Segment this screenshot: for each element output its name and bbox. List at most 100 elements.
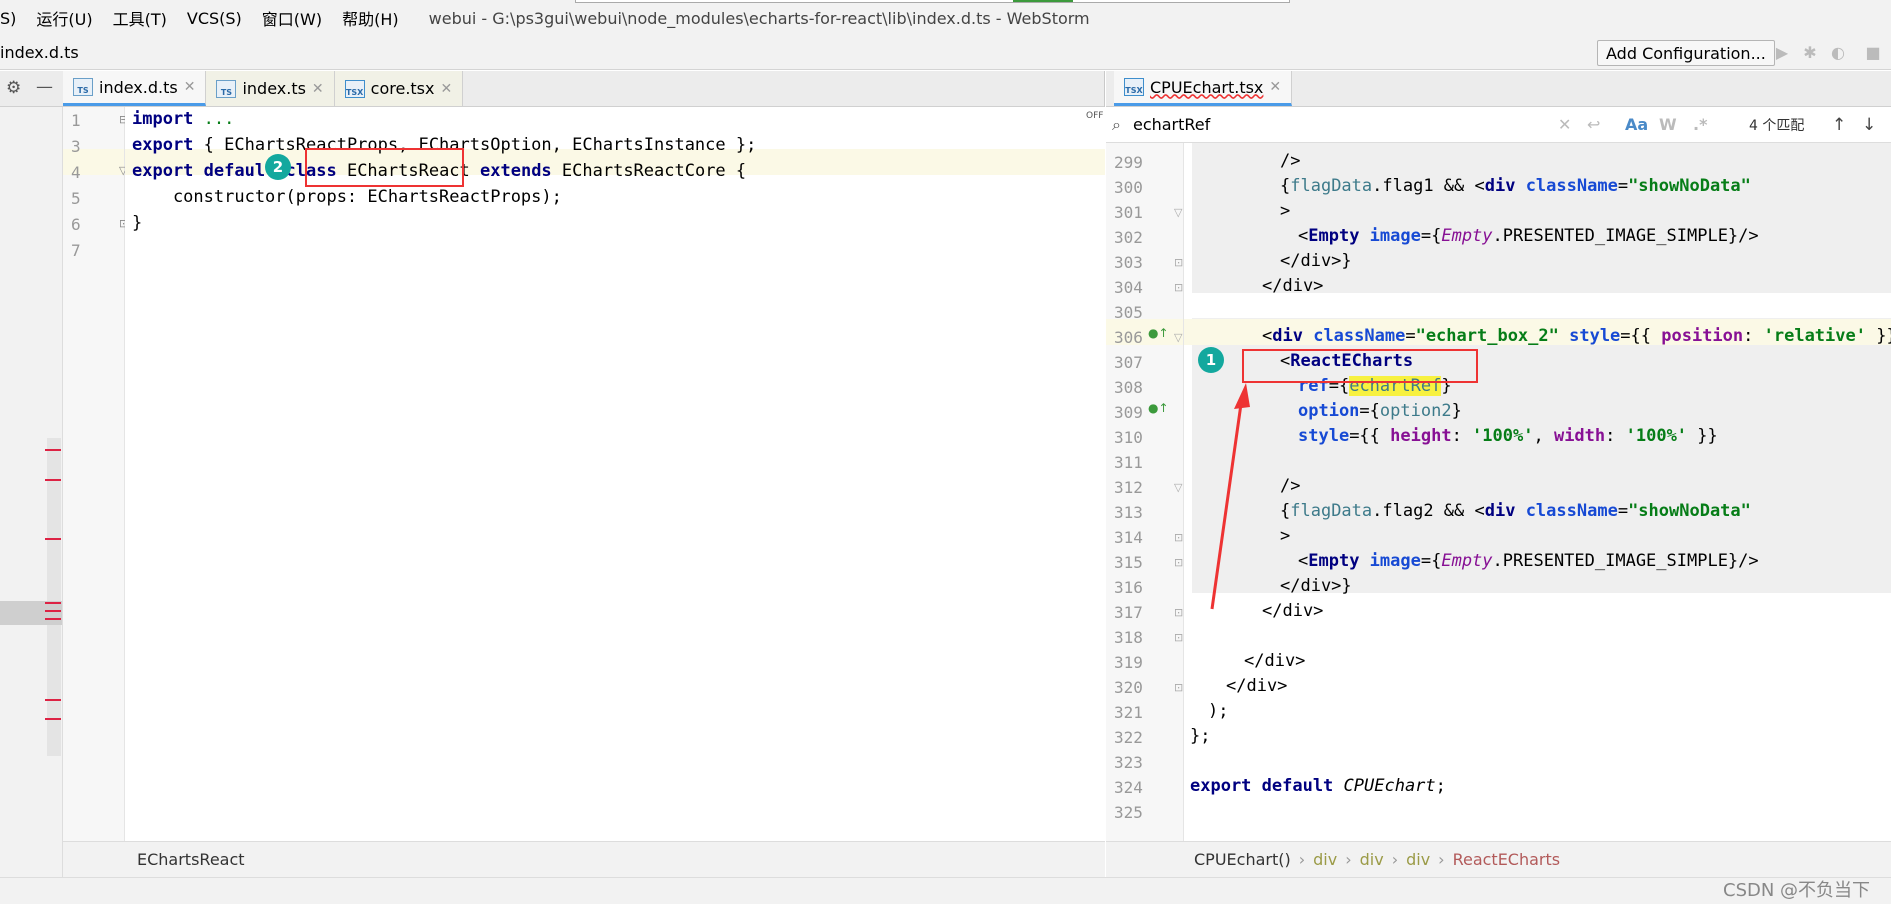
breadcrumb-component[interactable]: ReactECharts (1453, 850, 1561, 869)
match-count: 4 个匹配 (1749, 117, 1805, 134)
error-marker[interactable] (45, 538, 61, 540)
override-marker-icon[interactable]: ●↑ (1148, 401, 1169, 415)
chevron-right-icon: › (1298, 850, 1306, 869)
previous-match-icon[interactable]: ↑ (1832, 115, 1846, 135)
menu-item-vcs[interactable]: VCS(S) (177, 9, 252, 28)
line-number: 4 (71, 163, 81, 182)
fold-icon[interactable]: ⊡ (1174, 281, 1183, 294)
chevron-right-icon: › (1438, 850, 1445, 869)
close-icon[interactable]: ✕ (440, 81, 452, 97)
run-icon[interactable]: ▶ (1773, 44, 1791, 62)
off-indicator: OFF (1086, 111, 1104, 121)
line-number: 301 (1114, 203, 1143, 222)
line-number: 323 (1114, 753, 1143, 772)
code-line-1: import ... (132, 109, 235, 129)
fold-icon[interactable]: ▽ (1174, 331, 1182, 344)
stop-icon[interactable]: ■ (1864, 44, 1882, 62)
line-number: 304 (1114, 278, 1143, 297)
line-number: 324 (1114, 778, 1143, 797)
error-marker[interactable] (45, 618, 61, 620)
line-number: 310 (1114, 428, 1143, 447)
line-number: 321 (1114, 703, 1143, 722)
code-line-6: } (132, 213, 143, 233)
menu-item-window[interactable]: 窗口(W) (252, 6, 332, 30)
menu-item-tools[interactable]: 工具(T) (103, 6, 177, 30)
annotation-arrow (1210, 383, 1250, 610)
window-title: webui - G:\ps3gui\webui\node_modules\ech… (428, 8, 1090, 28)
add-configuration-button[interactable]: Add Configuration... (1597, 40, 1775, 66)
tab-index-ts[interactable]: TS index.ts ✕ (206, 71, 335, 106)
match-case-toggle[interactable]: Aa (1625, 115, 1648, 134)
title-progress-strip (575, 0, 1290, 3)
next-match-icon[interactable]: ↓ (1862, 115, 1876, 135)
nav-breadcrumb-file[interactable]: index.d.ts (0, 43, 79, 62)
menu-item-run[interactable]: 运行(U) (26, 6, 102, 30)
search-input[interactable]: echartRef (1133, 115, 1210, 134)
fold-icon[interactable]: ⊡ (1174, 531, 1183, 544)
tab-cpuechart-tsx[interactable]: TSX CPUEchart.tsx ✕ (1114, 71, 1293, 106)
breadcrumb-div[interactable]: div (1406, 850, 1430, 869)
left-breadcrumb-class[interactable]: EChartsReact (137, 850, 245, 869)
regex-toggle[interactable]: .* (1693, 115, 1707, 134)
line-number: 303 (1114, 253, 1143, 272)
line-number: 3 (71, 137, 81, 156)
fold-icon[interactable]: ⊡ (1174, 256, 1183, 269)
coverage-icon[interactable]: ◐ (1829, 44, 1847, 62)
find-bar: ⌕ echartRef ✕ ↩ Aa W .* 4 个匹配 ↑ ↓ (1106, 107, 1891, 143)
right-tab-strip: TSX CPUEchart.tsx ✕ (1106, 71, 1891, 107)
line-number: 316 (1114, 578, 1143, 597)
fold-icon[interactable]: ▽ (1174, 206, 1182, 219)
whole-words-toggle[interactable]: W (1659, 115, 1677, 134)
line-number: 311 (1114, 453, 1143, 472)
left-code-area[interactable]: OFF import ... export { EChartsReactProp… (125, 107, 1105, 841)
right-code-area[interactable]: /> {flagData.flag1 && <div className="sh… (1184, 143, 1891, 841)
tab-core-tsx[interactable]: TSX core.tsx ✕ (334, 71, 464, 106)
new-line-icon[interactable]: ↩ (1587, 115, 1600, 134)
line-number: 314 (1114, 528, 1143, 547)
error-marker[interactable] (45, 699, 61, 701)
line-number: 300 (1114, 178, 1143, 197)
right-breadcrumb-bar: CPUEchart() › div › div › div › ReactECh… (1106, 841, 1891, 877)
line-number: 307 (1114, 353, 1143, 372)
clear-search-icon[interactable]: ✕ (1558, 115, 1571, 134)
watermark: CSDN @不负当下 (1723, 880, 1871, 901)
gear-icon[interactable]: ⚙ (6, 78, 21, 98)
right-editor-pane: TSX CPUEchart.tsx ✕ ⌕ echartRef ✕ ↩ Aa W… (1106, 71, 1891, 877)
annotation-box-left (305, 148, 464, 187)
fold-icon[interactable]: ⊡ (1174, 606, 1183, 619)
error-marker[interactable] (45, 449, 61, 451)
tab-index-d-ts[interactable]: TS index.d.ts ✕ (63, 71, 207, 106)
fold-icon[interactable]: ⊡ (1174, 631, 1183, 644)
left-editor-pane: ⚙ — TS index.d.ts ✕ TS index.ts ✕ TSX co… (0, 71, 1105, 877)
scroll-thumb[interactable] (0, 601, 62, 625)
fold-icon[interactable]: ⊡ (1174, 556, 1183, 569)
line-number: 302 (1114, 228, 1143, 247)
close-icon[interactable]: ✕ (1269, 79, 1281, 95)
minimize-icon[interactable]: — (36, 77, 53, 97)
line-number: 322 (1114, 728, 1143, 747)
error-marker[interactable] (45, 602, 61, 604)
fold-icon[interactable]: ▽ (1174, 481, 1182, 494)
close-icon[interactable]: ✕ (184, 79, 196, 95)
error-marker[interactable] (45, 718, 61, 720)
line-number: 313 (1114, 503, 1143, 522)
tsx-file-icon: TSX (1124, 78, 1144, 96)
error-marker[interactable] (45, 479, 61, 481)
override-marker-icon[interactable]: ●↑ (1148, 326, 1169, 340)
breadcrumb-div[interactable]: div (1313, 850, 1337, 869)
menu-item-run-cut[interactable]: S) (0, 9, 26, 28)
breadcrumb-div[interactable]: div (1360, 850, 1384, 869)
fold-icon[interactable]: ⊡ (1174, 681, 1183, 694)
close-icon[interactable]: ✕ (312, 81, 324, 97)
left-gutter: 1 3 4 5 6 7 ⊟ ▽ ⊡ (63, 107, 128, 841)
debug-icon[interactable]: ✱ (1801, 44, 1819, 62)
scroll-track[interactable] (47, 438, 61, 756)
breadcrumb-function[interactable]: CPUEchart() (1194, 850, 1291, 869)
error-marker[interactable] (45, 610, 61, 612)
line-number: 319 (1114, 653, 1143, 672)
menu-item-help[interactable]: 帮助(H) (332, 6, 409, 30)
search-icon[interactable]: ⌕ (1112, 115, 1121, 135)
line-number: 5 (71, 189, 81, 208)
line-number: 305 (1114, 303, 1143, 322)
menu-bar: S) 运行(U) 工具(T) VCS(S) 窗口(W) 帮助(H) webui … (0, 0, 1891, 36)
